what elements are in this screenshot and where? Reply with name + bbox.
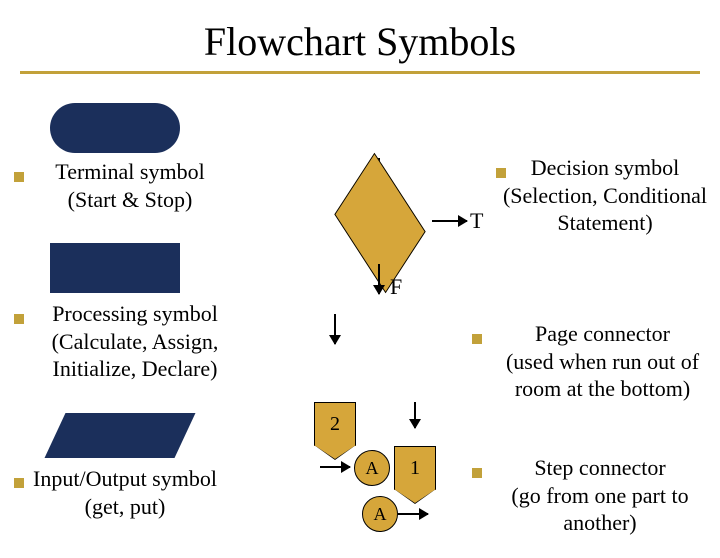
terminal-shape [50,103,180,153]
decision-caption: Decision symbol (Selection, Conditional … [490,154,720,237]
pageconn-name: Page connector [535,321,670,346]
decision-T: T [470,208,483,234]
io-wrap [55,413,185,458]
io-name: Input/Output symbol [33,466,217,491]
decision-F: F [390,274,402,300]
pageconn-desc2: room at the bottom) [515,376,690,401]
page-connector-2-label: 2 [330,413,340,436]
step-connector-top-label: A [366,458,379,479]
pageconn-caption: Page connector (used when run out of roo… [490,320,715,403]
step-connector-bottom: A [362,496,398,532]
arrow-into-pg2 [334,314,336,344]
stepconn-name: Step connector [534,455,665,480]
bullet-icon [472,468,482,478]
process-desc: (Calculate, Assign, Initialize, Declare) [52,329,219,382]
pageconn-desc1: (used when run out of [506,349,699,374]
bullet-icon [14,314,24,324]
process-caption: Processing symbol (Calculate, Assign, In… [30,300,240,383]
title-underline [20,71,700,74]
stepconn-caption: Step connector (go from one part to anot… [490,454,710,537]
io-shape [45,413,196,458]
process-shape [50,243,180,293]
decision-shape [334,153,425,294]
decision-desc2: Statement) [557,210,652,235]
bullet-icon [472,334,482,344]
step-connector-bottom-label: A [374,504,387,525]
arrow-out-pg1 [414,402,416,428]
terminal-desc: (Start & Stop) [68,187,193,212]
page-connector-1-label: 1 [410,457,420,480]
arrow-into-stepA [320,466,350,468]
page-connector-1: 1 [394,446,436,490]
arrow-true [432,220,467,222]
terminal-name: Terminal symbol [55,159,204,184]
bullet-icon [14,172,24,182]
io-desc: (get, put) [85,494,166,519]
io-caption: Input/Output symbol (get, put) [10,465,240,520]
page-connector-2: 2 [314,402,356,446]
stepconn-desc1: (go from one part to [511,483,688,508]
decision-name: Decision symbol [531,155,680,180]
stepconn-desc2: another) [563,510,636,535]
process-name: Processing symbol [52,301,218,326]
arrow-false [378,264,380,294]
page-title: Flowchart Symbols [0,18,720,65]
arrow-out-stepA [398,513,428,515]
step-connector-top: A [354,450,390,486]
terminal-caption: Terminal symbol (Start & Stop) [35,158,225,213]
decision-desc1: (Selection, Conditional [503,183,707,208]
diamond-wrap [320,178,440,268]
